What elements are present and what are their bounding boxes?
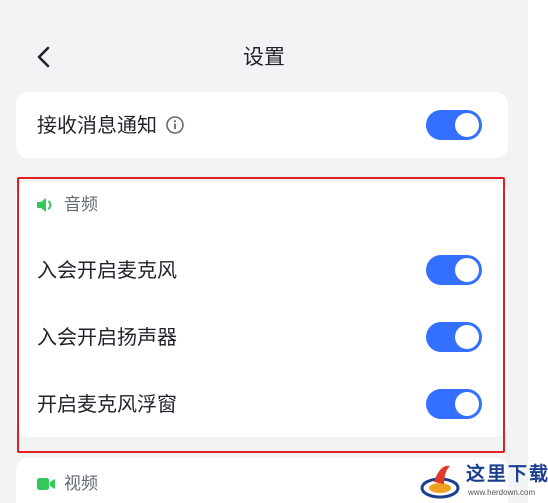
toggle-knob: [455, 258, 479, 282]
audio-card: 音频 入会开启麦克风 入会开启扬声器 开启麦克风浮窗: [16, 182, 508, 437]
audio-section-label: 音频: [64, 195, 98, 215]
video-section-header: 视频: [36, 471, 98, 497]
watermark-logo-icon: [420, 465, 460, 499]
settings-screen: 设置 接收消息通知 音频 入会开启麦克风 入会开启扬声器 开启麦克风浮窗 视频: [0, 0, 528, 503]
notification-toggle[interactable]: [426, 110, 482, 140]
audio-section-header: 音频: [36, 192, 98, 218]
nav-bar: 设置: [0, 26, 528, 88]
right-margin: [528, 0, 548, 503]
camera-icon: [37, 478, 55, 490]
page-title: 设置: [243, 45, 285, 69]
notification-row: 接收消息通知: [37, 105, 482, 145]
notification-label-group: 接收消息通知: [37, 112, 185, 138]
audio-mic-float-label: 开启麦克风浮窗: [37, 392, 177, 416]
notification-card: 接收消息通知: [16, 92, 508, 158]
video-section-label: 视频: [64, 474, 98, 494]
toggle-knob: [455, 113, 479, 137]
watermark-url: www.herdown.com: [468, 488, 536, 497]
watermark-text: 这里下载: [466, 463, 548, 485]
toggle-knob: [455, 392, 479, 416]
notification-label: 接收消息通知: [37, 113, 157, 137]
audio-speaker-row: 入会开启扬声器: [37, 317, 482, 357]
audio-mic-float-toggle[interactable]: [426, 389, 482, 419]
toggle-knob: [455, 325, 479, 349]
speaker-icon: [37, 198, 52, 212]
audio-speaker-label: 入会开启扬声器: [37, 325, 177, 349]
info-circle-icon[interactable]: [165, 115, 185, 135]
audio-speaker-toggle[interactable]: [426, 322, 482, 352]
site-watermark: 这里下载 www.herdown.com: [420, 458, 548, 503]
audio-mic-toggle[interactable]: [426, 255, 482, 285]
audio-mic-row: 入会开启麦克风: [37, 250, 482, 290]
audio-mic-float-row: 开启麦克风浮窗: [37, 384, 482, 424]
audio-mic-label: 入会开启麦克风: [37, 258, 177, 282]
